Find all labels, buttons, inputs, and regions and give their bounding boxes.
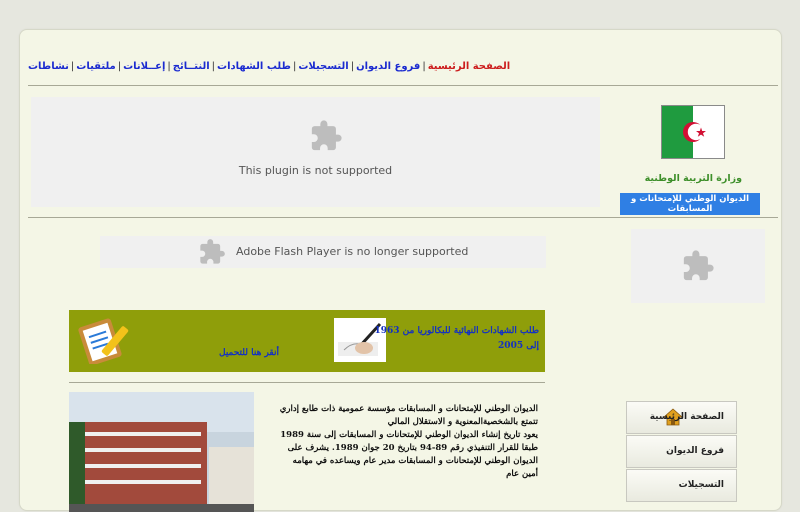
side-item-label: التسجيلات xyxy=(678,480,724,490)
side-item-label: فروع الديوان xyxy=(666,446,724,456)
divider xyxy=(28,85,778,86)
nav-separator: | xyxy=(350,61,355,72)
clipboard-icon xyxy=(78,318,129,364)
article-line: الديوان الوطني للإمتحانات و المسابقات مؤ… xyxy=(279,404,538,414)
nav-branches[interactable]: فروع الديوان xyxy=(356,61,420,72)
flash-placeholder: Adobe Flash Player is no longer supporte… xyxy=(100,236,546,268)
nav-separator: | xyxy=(292,61,297,72)
side-plugin-placeholder xyxy=(631,229,765,303)
plugin-message: This plugin is not supported xyxy=(238,164,393,177)
nav-registrations[interactable]: التسجيلات xyxy=(298,61,348,72)
article-line: طبقا للقرار التنفيذي رقم 89-94 بتاريخ 20… xyxy=(287,443,538,453)
nav-separator: | xyxy=(422,61,426,72)
article-line: يعود تاريخ إنشاء الديوان الوطني للإمتحان… xyxy=(280,430,538,440)
nav-results[interactable]: النتــائج xyxy=(173,61,210,72)
side-item-label: الصفحة الرئيسية xyxy=(649,412,724,422)
plugin-placeholder: This plugin is not supported xyxy=(31,97,600,207)
side-item-branches[interactable]: فروع الديوان xyxy=(626,435,737,468)
algeria-flag xyxy=(661,105,725,159)
nav-separator: | xyxy=(167,61,171,72)
article-text: الديوان الوطني للإمتحانات و المسابقات مؤ… xyxy=(262,403,538,481)
puzzle-icon xyxy=(311,120,342,151)
puzzle-icon xyxy=(200,239,225,264)
side-item-home[interactable]: الصفحة الرئيسية xyxy=(626,401,737,434)
nav-separator: | xyxy=(211,61,216,72)
top-navigation: الصفحة الرئيسية|فروع الديوان|التسجيلات|ط… xyxy=(28,61,510,72)
nav-announcements[interactable]: إعــلانات xyxy=(123,61,165,72)
article-line: تتمتع بالشخصيةالمعنوية و الاستقلال المال… xyxy=(387,417,538,427)
article-line: الديوان الوطني للإمتحانات و المسابقات مد… xyxy=(292,456,538,466)
nav-certificates[interactable]: طلب الشهادات xyxy=(217,61,291,72)
nav-seminars[interactable]: ملتقيات xyxy=(76,61,115,72)
building-photo xyxy=(69,392,254,512)
page-container: الصفحة الرئيسية|فروع الديوان|التسجيلات|ط… xyxy=(19,29,782,512)
certificate-banner[interactable]: طلب الشهادات النهائية للبكالوريا من 1963… xyxy=(69,310,545,372)
flash-message: Adobe Flash Player is no longer supporte… xyxy=(236,245,469,258)
divider xyxy=(69,382,545,383)
divider xyxy=(28,217,778,218)
article-line: أمين عام xyxy=(506,469,538,479)
side-item-registrations[interactable]: التسجيلات xyxy=(626,469,737,502)
nav-separator: | xyxy=(70,61,75,72)
office-name: الديوان الوطني للإمتحانات و المسابقات xyxy=(620,193,760,215)
nav-activities[interactable]: نشاطات xyxy=(28,61,69,72)
download-link[interactable]: أنقر هنا للتحميل xyxy=(219,348,279,358)
ministry-name: وزارة التربية الوطنية xyxy=(644,173,742,184)
puzzle-icon xyxy=(683,250,714,281)
side-menu: الصفحة الرئيسية فروع الديوان التسجيلات xyxy=(626,401,737,503)
nav-separator: | xyxy=(117,61,122,72)
nav-home[interactable]: الصفحة الرئيسية xyxy=(428,61,511,72)
banner-title: طلب الشهادات النهائية للبكالوريا من 1963… xyxy=(374,326,539,351)
